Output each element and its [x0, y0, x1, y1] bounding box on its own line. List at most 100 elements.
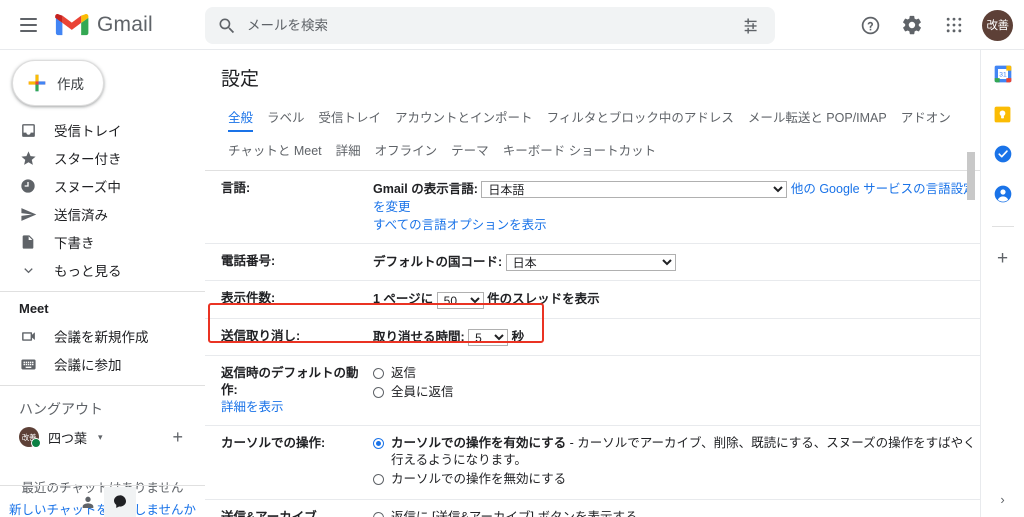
sidebar-item-more[interactable]: もっと見る: [0, 256, 205, 284]
sidebar-item-snoozed[interactable]: スヌーズ中: [0, 172, 205, 200]
top-bar: Gmail メールを検索 改善: [0, 0, 1024, 50]
page-size-select[interactable]: 50: [436, 291, 484, 309]
default-reply-details-link[interactable]: 詳細を表示: [221, 399, 284, 416]
search-icon[interactable]: [217, 16, 237, 36]
add-chat-icon[interactable]: +: [172, 428, 183, 446]
row-value: デフォルトの国コード: 日本: [373, 253, 980, 272]
chat-avatar: 改善: [19, 427, 41, 448]
chevron-down-icon: [19, 261, 37, 279]
language-prefix-label: Gmail の表示言語:: [373, 182, 478, 196]
radio-option-reply[interactable]: 返信: [373, 365, 980, 382]
search-input[interactable]: [237, 18, 741, 33]
account-avatar[interactable]: 改善: [982, 9, 1013, 41]
language-select[interactable]: 日本語: [481, 181, 788, 199]
plus-icon: [28, 74, 46, 92]
add-apps-icon[interactable]: +: [997, 249, 1008, 268]
sidebar-item-label: スター付き: [54, 152, 122, 167]
sidebar-item-sent[interactable]: 送信済み: [0, 200, 205, 228]
tab-forwarding-pop-imap[interactable]: メール転送と POP/IMAP: [741, 103, 894, 131]
sidebar-item-join-meeting[interactable]: 会議に参加: [0, 350, 205, 378]
search-options-icon[interactable]: [741, 15, 763, 37]
settings-gear-icon[interactable]: [892, 5, 932, 45]
main-menu-icon[interactable]: [8, 5, 48, 45]
radio-button[interactable]: [373, 511, 384, 517]
gmail-logo-icon: [55, 13, 89, 36]
undo-send-suffix: 秒: [511, 329, 525, 344]
radio-option-show-send-archive[interactable]: 返信に [送信&アーカイブ] ボタンを表示する: [373, 509, 980, 517]
send-icon: [19, 205, 37, 223]
contacts-icon[interactable]: [993, 184, 1013, 204]
country-code-select[interactable]: 日本: [505, 254, 676, 272]
sidebar-item-inbox[interactable]: 受信トレイ: [0, 116, 205, 144]
search-bar[interactable]: [205, 7, 775, 44]
radio-option-reply-all[interactable]: 全員に返信: [373, 384, 980, 401]
keep-icon[interactable]: [993, 104, 1013, 124]
gmail-brand[interactable]: Gmail: [55, 12, 153, 38]
radio-button[interactable]: [373, 473, 384, 485]
sidebar-divider: [0, 291, 205, 292]
tab-filters-blocked[interactable]: フィルタとブロック中のアドレス: [540, 103, 741, 131]
content-scrollbar-thumb[interactable]: [967, 152, 975, 200]
video-camera-icon: [19, 327, 37, 345]
setting-row-language: 言語: Gmail の表示言語: 日本語 他の Google サービスの言語設定…: [205, 171, 980, 245]
send-archive-label: 送信&アーカイブ: [221, 509, 317, 517]
google-apps-icon[interactable]: [934, 5, 974, 45]
left-sidebar: 作成 受信トレイ スター付き スヌーズ中 送信済み 下書き もっと見る Meet…: [0, 50, 205, 517]
sidebar-item-label: 会議に参加: [54, 358, 122, 373]
sidebar-item-starred[interactable]: スター付き: [0, 144, 205, 172]
row-label: 返信時のデフォルトの動作: 詳細を表示: [221, 365, 373, 416]
row-label: 表示件数:: [221, 291, 276, 306]
chevron-down-icon[interactable]: ▾: [98, 432, 103, 443]
radio-button[interactable]: [373, 437, 384, 449]
setting-row-phone: 電話番号: デフォルトの国コード: 日本: [205, 244, 980, 282]
brand-label: Gmail: [97, 13, 153, 36]
inbox-icon: [19, 121, 37, 139]
tab-chat-and-meet[interactable]: チャットと Meet: [221, 136, 329, 164]
hangouts-heading: ハングアウト: [19, 401, 103, 417]
tab-advanced[interactable]: 詳細: [329, 136, 368, 164]
row-label: 送信取り消し:: [221, 328, 301, 343]
country-code-label: デフォルトの国コード:: [373, 255, 503, 270]
tab-addons[interactable]: アドオン: [894, 103, 958, 131]
setting-row-send-and-archive: 送信&アーカイブ 詳細を表示 返信に [送信&アーカイブ] ボタンを表示する 返…: [205, 500, 980, 517]
calendar-icon[interactable]: 31: [993, 64, 1013, 84]
tab-offline[interactable]: オフライン: [368, 136, 445, 164]
help-icon[interactable]: [850, 5, 890, 45]
sidebar-item-new-meeting[interactable]: 会議を新規作成: [0, 322, 205, 350]
setting-row-hover-actions: カーソルでの操作: カーソルでの操作を有効にする - カーソルでアーカイブ、削除…: [205, 426, 980, 500]
chat-tab-icon[interactable]: [104, 486, 136, 517]
radio-label: カーソルでの操作を有効にする: [391, 435, 567, 450]
settings-rows: 言語: Gmail の表示言語: 日本語 他の Google サービスの言語設定…: [205, 171, 980, 517]
sidebar-item-drafts[interactable]: 下書き: [0, 228, 205, 256]
contacts-tab-icon[interactable]: [72, 487, 104, 517]
tab-inbox[interactable]: 受信トレイ: [312, 103, 389, 131]
sidebar-item-label: 会議を新規作成: [54, 330, 149, 345]
row-label: 電話番号:: [221, 254, 276, 269]
setting-row-undo-send: 送信取り消し: 取り消せる時間: 5 秒: [205, 319, 980, 356]
tab-keyboard-shortcuts[interactable]: キーボード ショートカット: [496, 136, 663, 164]
top-right-actions: 改善: [850, 0, 1016, 50]
radio-button[interactable]: [373, 367, 384, 379]
tasks-icon[interactable]: [993, 144, 1013, 164]
chat-user-row[interactable]: 改善 四つ葉 ▾ +: [0, 423, 205, 451]
undo-send-select[interactable]: 5: [468, 328, 509, 346]
radio-option-hover-disabled[interactable]: カーソルでの操作を無効にする: [373, 471, 980, 488]
tab-accounts-import[interactable]: アカウントとインポート: [388, 103, 540, 131]
row-value: Gmail の表示言語: 日本語 他の Google サービスの言語設定を変更 …: [373, 180, 980, 234]
radio-option-hover-enabled[interactable]: カーソルでの操作を有効にする - カーソルでアーカイブ、削除、既読にする、スヌー…: [373, 435, 980, 469]
tab-labels[interactable]: ラベル: [260, 103, 312, 131]
show-all-language-options-link[interactable]: すべての言語オプションを表示: [373, 218, 547, 232]
radio-button[interactable]: [373, 386, 384, 398]
settings-tabs: 全般 ラベル 受信トレイ アカウントとインポート フィルタとブロック中のアドレス…: [205, 103, 980, 171]
setting-row-page-size: 表示件数: 1 ページに 50 件のスレッドを表示: [205, 281, 980, 319]
setting-row-default-reply-behavior: 返信時のデフォルトの動作: 詳細を表示 返信 全員に返信: [205, 356, 980, 426]
clock-icon: [19, 177, 37, 195]
tab-themes[interactable]: テーマ: [444, 136, 496, 164]
row-label: カーソルでの操作:: [221, 435, 326, 450]
star-icon: [19, 149, 37, 167]
radio-label: 全員に返信: [391, 384, 454, 399]
sidebar-divider-2: [0, 385, 205, 386]
compose-button[interactable]: 作成: [12, 60, 104, 106]
tab-general[interactable]: 全般: [221, 103, 260, 132]
expand-panel-icon[interactable]: ›: [1000, 492, 1004, 507]
